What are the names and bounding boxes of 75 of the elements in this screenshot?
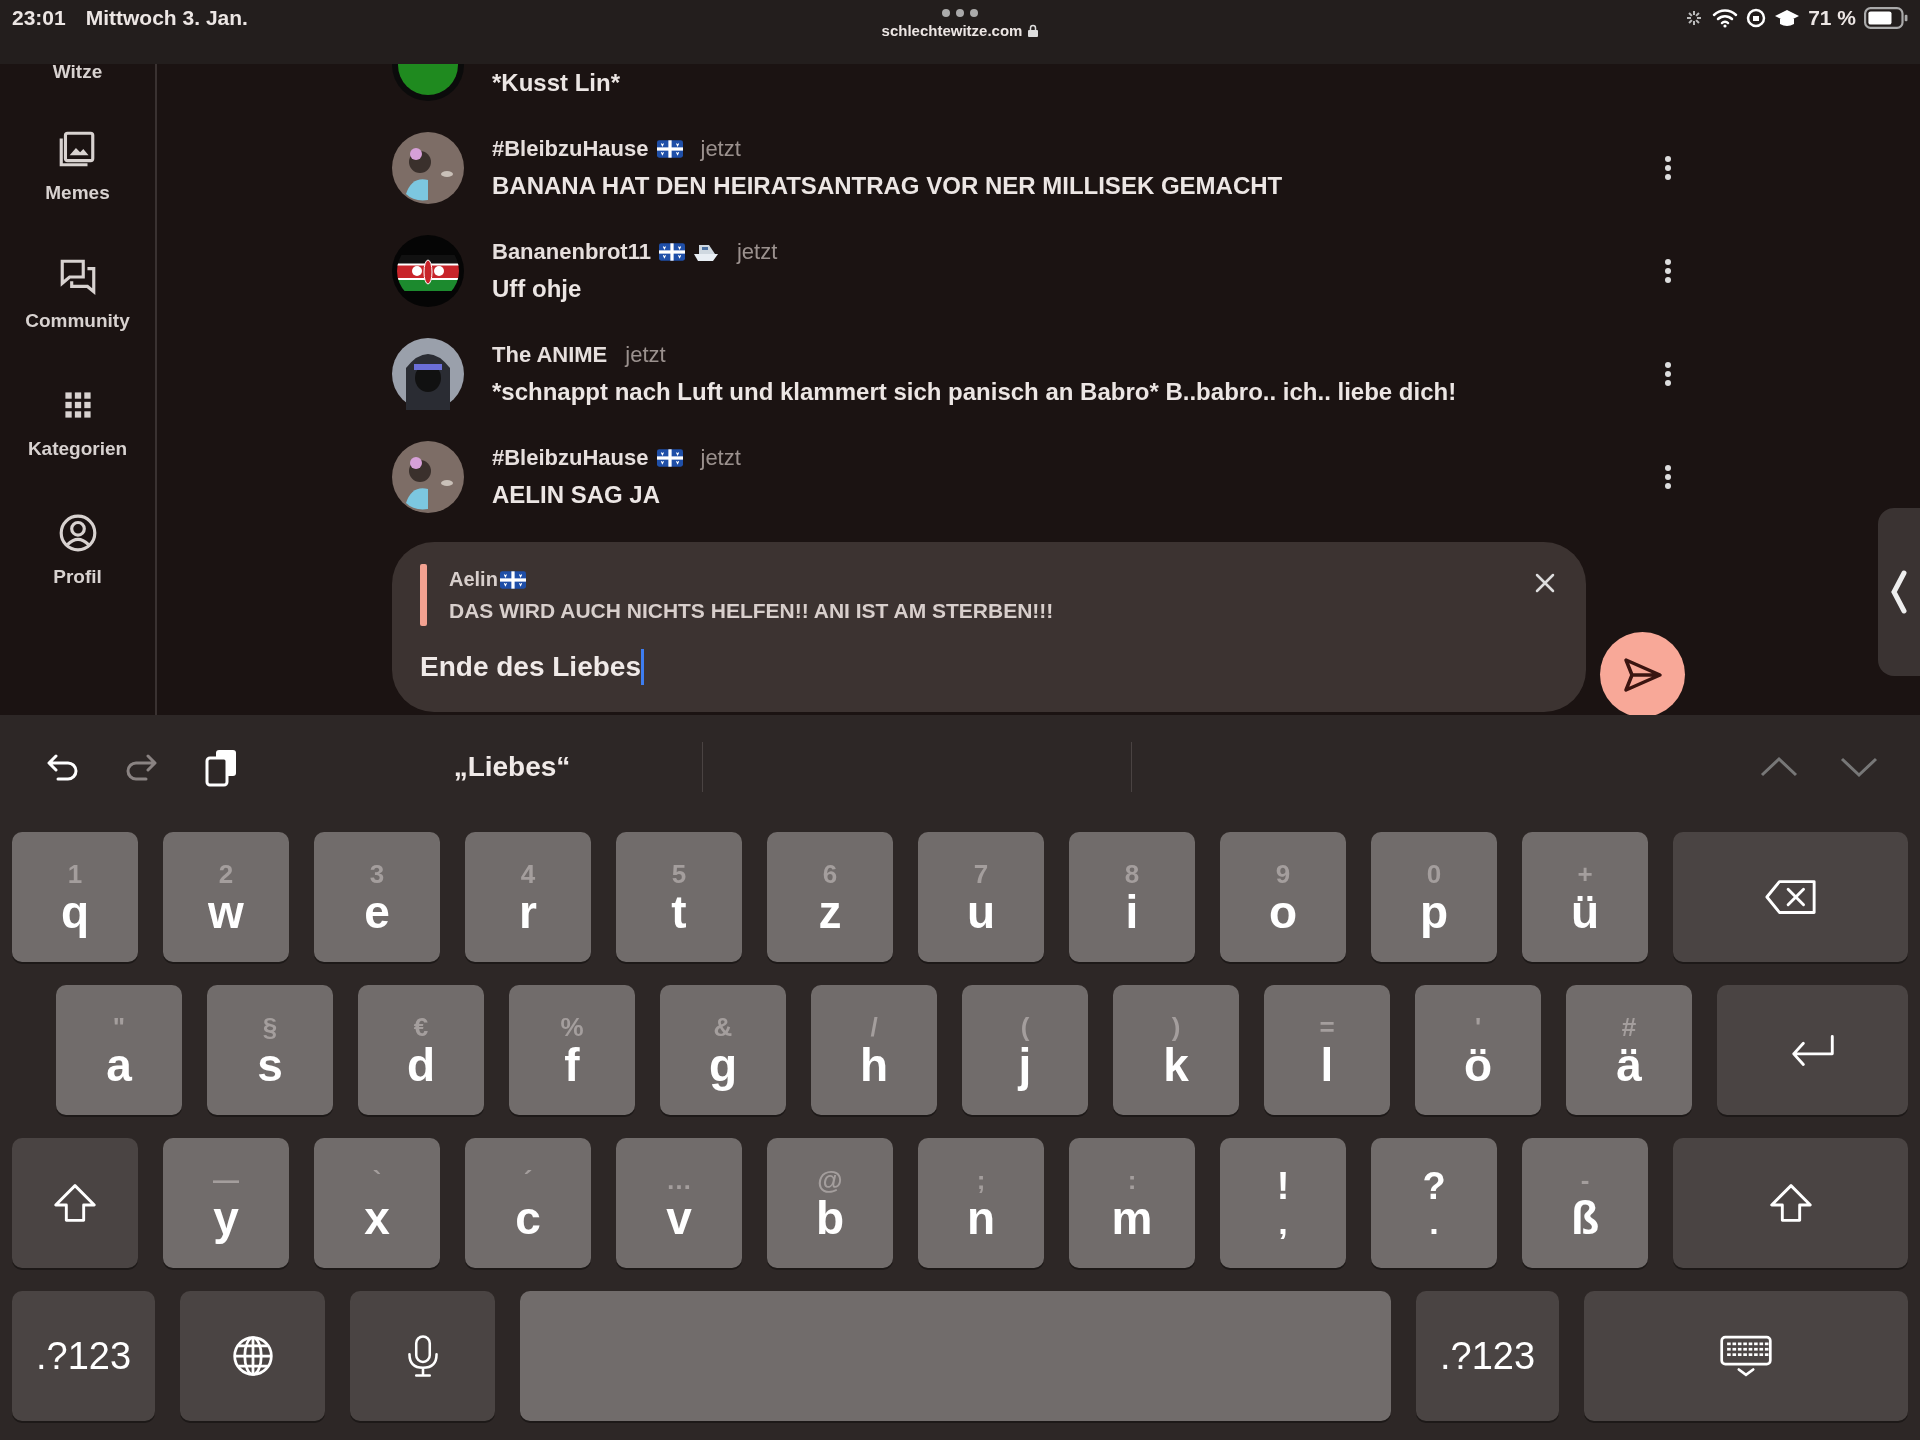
user-name[interactable]: Bananenbrot11	[492, 238, 651, 265]
key[interactable]: # ä	[1566, 985, 1692, 1115]
suggestion[interactable]: „Liebes“	[362, 750, 662, 784]
message-text: Uff ohje	[492, 274, 583, 303]
lock-icon	[1028, 24, 1039, 37]
mic-key[interactable]	[350, 1291, 495, 1421]
timestamp: jetzt	[700, 135, 741, 162]
url[interactable]: schlechtewitze.com	[881, 22, 1023, 39]
key[interactable]: ) k	[1113, 985, 1239, 1115]
timestamp: jetzt	[736, 238, 778, 265]
message-text: *Kusst Lin*	[492, 68, 621, 97]
key[interactable]: " a	[56, 985, 182, 1115]
wifi-icon	[1712, 8, 1739, 28]
keyboard-icon	[1719, 1334, 1773, 1378]
globe-key[interactable]	[180, 1291, 325, 1421]
graduation-cap-icon	[1774, 8, 1801, 28]
more-icon[interactable]	[1664, 257, 1672, 284]
lock-rotation-icon	[1746, 8, 1767, 28]
message-text: AELIN SAG JA	[492, 480, 662, 509]
reply-text: DAS WIRD AUCH NICHTS HELFEN!! ANI IST AM STERBEN!!!	[449, 599, 1055, 623]
sidebar-item[interactable]: Community	[25, 310, 130, 332]
key[interactable]: ` x	[314, 1138, 440, 1268]
sidebar-item[interactable]: Memes	[45, 182, 110, 204]
sidebar-item[interactable]: Kategorien	[27, 438, 128, 460]
key[interactable]: … v	[616, 1138, 742, 1268]
sidebar-item[interactable]: Witze	[52, 64, 103, 83]
key[interactable]: @ b	[767, 1138, 893, 1268]
avatar-icon	[392, 234, 464, 307]
key[interactable]: + ü	[1522, 832, 1648, 962]
key[interactable]: & g	[660, 985, 786, 1115]
reply-bar	[420, 564, 427, 626]
key[interactable]: - ß	[1522, 1138, 1648, 1268]
timestamp: jetzt	[625, 341, 666, 368]
text-cursor	[640, 649, 644, 685]
key[interactable]: — y	[163, 1138, 289, 1268]
key[interactable]: ; n	[918, 1138, 1044, 1268]
shift-key[interactable]	[12, 1138, 138, 1268]
send-icon	[1622, 656, 1663, 693]
reply-author: Aelin	[449, 568, 498, 591]
avatar-icon	[392, 337, 464, 410]
close-icon[interactable]	[1534, 572, 1556, 594]
key[interactable]: ? .	[1371, 1138, 1497, 1268]
chevron-up-icon[interactable]	[1759, 755, 1799, 779]
timestamp: jetzt	[700, 444, 741, 471]
user-name[interactable]: #BleibzuHause	[492, 135, 649, 162]
more-icon[interactable]	[1664, 154, 1672, 181]
key[interactable]: / h	[811, 985, 937, 1115]
key[interactable]: ! ,	[1220, 1138, 1346, 1268]
more-icon[interactable]	[1664, 463, 1672, 490]
key[interactable]: : m	[1069, 1138, 1195, 1268]
user-name[interactable]: The ANIME	[492, 341, 608, 368]
battery-percent: 71 %	[1808, 6, 1856, 30]
user-name[interactable]: #BleibzuHause	[492, 444, 649, 471]
more-icon[interactable]	[940, 8, 980, 18]
sidebar-item[interactable]: Profil	[53, 566, 102, 588]
date: Mittwoch 3. Jan.	[85, 6, 248, 30]
clock: 23:01	[12, 6, 66, 30]
key[interactable]: % f	[509, 985, 635, 1115]
mode-key[interactable]: .?123	[1416, 1291, 1559, 1421]
chevron-down-icon[interactable]	[1839, 755, 1879, 779]
key[interactable]: § s	[207, 985, 333, 1115]
key[interactable]: ( j	[962, 985, 1088, 1115]
avatar-icon	[392, 131, 464, 204]
avatar-icon	[392, 440, 464, 513]
side-handle[interactable]	[1878, 508, 1920, 676]
key[interactable]: ´ c	[465, 1138, 591, 1268]
key[interactable]: ' ö	[1415, 985, 1541, 1115]
message-text: BANANA HAT DEN HEIRATSANTRAG VOR NER MILLISEK GEMACHT	[492, 171, 1284, 200]
mode-key[interactable]: .?123	[12, 1291, 155, 1421]
message-text: *schnappt nach Luft und klammert sich panisch an Babro* B..babro.. ich.. liebe dich!	[492, 377, 1458, 406]
message-field[interactable]: Ende des Liebes	[420, 648, 1556, 686]
key[interactable]: € d	[358, 985, 484, 1115]
key[interactable]: = l	[1264, 985, 1390, 1115]
battery-icon	[1864, 7, 1908, 29]
more-icon[interactable]	[1664, 360, 1672, 387]
